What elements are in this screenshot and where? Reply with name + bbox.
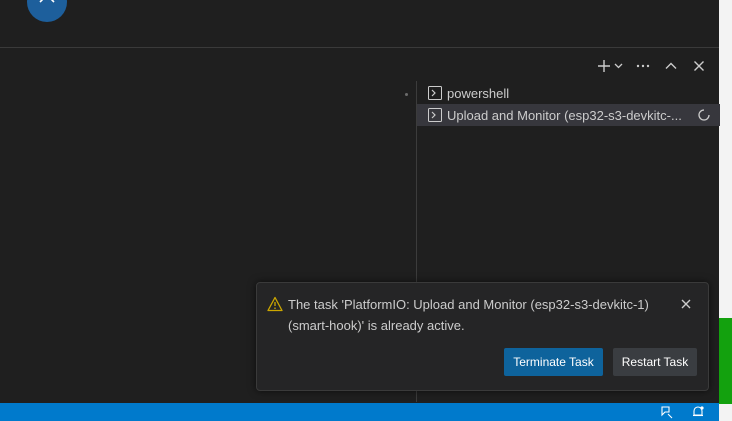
background-window-edge xyxy=(719,0,732,421)
close-icon xyxy=(681,299,691,309)
background-window-green xyxy=(719,318,732,404)
terminal-icon xyxy=(428,86,442,100)
restart-task-button[interactable]: Restart Task xyxy=(613,348,697,376)
chevron-up-icon xyxy=(665,62,677,69)
terminal-tab-upload-monitor[interactable]: Upload and Monitor (esp32-s3-devkitc-... xyxy=(417,104,720,126)
more-actions-button[interactable] xyxy=(632,56,654,76)
new-terminal-button[interactable] xyxy=(594,56,626,76)
status-bar xyxy=(0,403,719,421)
panel-toolbar xyxy=(594,56,710,76)
editor-area-top xyxy=(0,0,719,48)
notification-toast: The task 'PlatformIO: Upload and Monitor… xyxy=(256,282,709,391)
notifications-icon[interactable] xyxy=(691,405,705,419)
feedback-icon[interactable] xyxy=(660,405,674,419)
maximize-panel-button[interactable] xyxy=(660,56,682,76)
warning-icon xyxy=(267,296,283,312)
notification-message: The task 'PlatformIO: Upload and Monitor… xyxy=(288,297,649,333)
close-panel-button[interactable] xyxy=(688,56,710,76)
terminal-tab-powershell[interactable]: powershell xyxy=(417,82,720,104)
terminal-tab-label: Upload and Monitor (esp32-s3-devkitc-... xyxy=(447,107,682,123)
sash-dot xyxy=(405,93,408,96)
more-icon xyxy=(636,64,650,68)
chevron-down-icon xyxy=(614,63,623,69)
close-icon xyxy=(39,0,55,3)
terminate-task-button[interactable]: Terminate Task xyxy=(504,348,603,376)
notification-close-button[interactable] xyxy=(678,296,694,312)
terminal-tab-label: powershell xyxy=(447,85,510,101)
close-icon xyxy=(694,61,704,71)
close-fab-button[interactable] xyxy=(27,0,67,22)
add-icon xyxy=(598,60,610,72)
terminal-icon xyxy=(428,108,442,122)
loading-spinner-icon xyxy=(698,109,710,121)
